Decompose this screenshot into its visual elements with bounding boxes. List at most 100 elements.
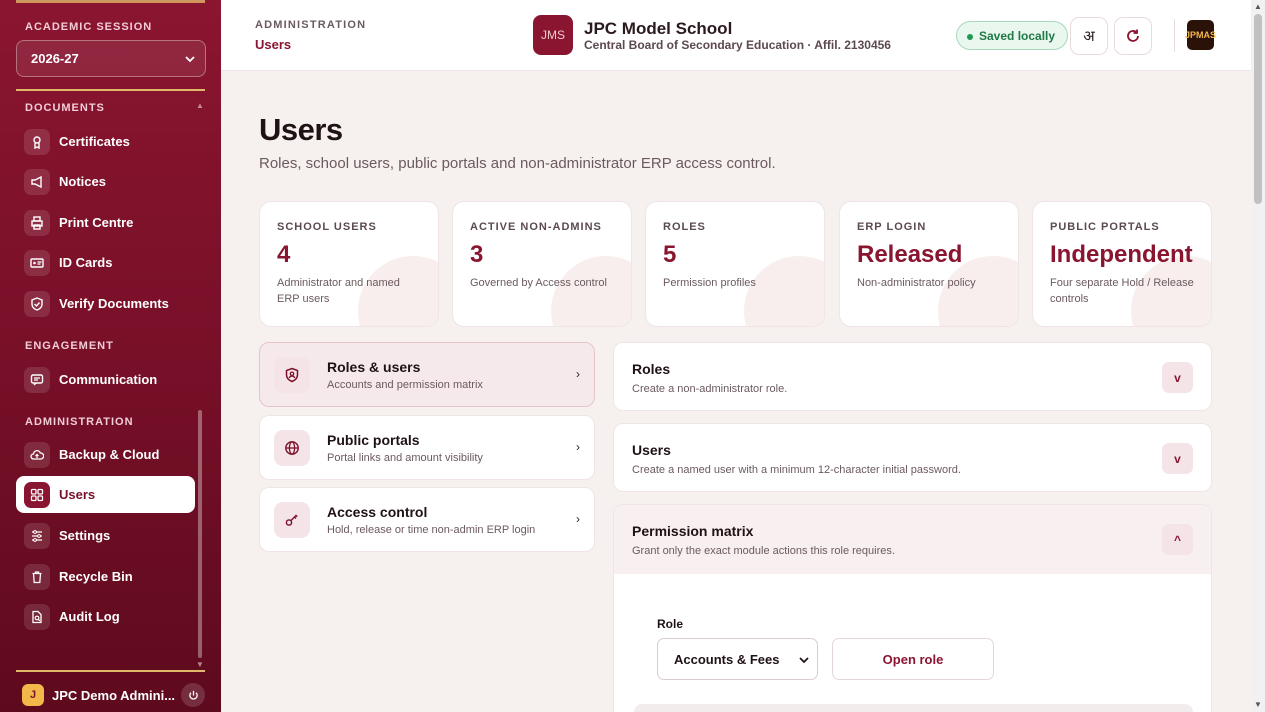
sidebar-item-label: Verify Documents: [59, 296, 169, 311]
sidebar-item-label: Audit Log: [59, 609, 120, 624]
panel-subtitle: Create a named user with a minimum 12-ch…: [632, 464, 961, 476]
divider: [16, 670, 205, 672]
shield-check-icon: [24, 290, 50, 317]
id-card-icon: [24, 249, 50, 276]
panel-title: Users: [632, 442, 671, 458]
sidebar-item-users[interactable]: Users: [16, 476, 195, 513]
panel-title: Permission matrix: [632, 523, 754, 539]
sidebar-item-label: Users: [59, 487, 96, 502]
expand-button[interactable]: v: [1162, 362, 1193, 393]
menu-card-subtitle: Accounts and permission matrix: [327, 378, 483, 391]
panel-subtitle: Create a non-administrator role.: [632, 383, 788, 395]
stat-value: 4: [277, 241, 291, 268]
section-administration: ADMINISTRATION: [25, 416, 134, 428]
sidebar-item-settings[interactable]: Settings: [16, 517, 195, 554]
stat-value: 3: [470, 241, 484, 268]
scroll-up-icon[interactable]: ▲: [196, 101, 204, 110]
session-label: ACADEMIC SESSION: [25, 21, 153, 33]
panel-users: Users Create a named user with a minimum…: [613, 423, 1212, 492]
refresh-button[interactable]: [1114, 17, 1152, 55]
breadcrumb-section: ADMINISTRATION: [255, 19, 367, 31]
sidebar-scrollbar[interactable]: [198, 410, 202, 658]
scroll-down-icon[interactable]: ▼: [196, 660, 204, 669]
breadcrumb-current[interactable]: Users: [255, 37, 291, 52]
status-badge: Saved locally: [956, 21, 1069, 50]
sidebar-item-label: Print Centre: [59, 215, 134, 230]
sidebar: ACADEMIC SESSION 2026-27 DOCUMENTS ▲ Cer…: [0, 0, 221, 712]
brand-logo[interactable]: JPMAS: [1185, 20, 1216, 50]
refresh-icon: [1127, 29, 1139, 42]
stat-label: ACTIVE NON-ADMINS: [470, 221, 602, 233]
expand-button[interactable]: v: [1162, 443, 1193, 474]
menu-card-roles-users[interactable]: Roles & users Accounts and permission ma…: [259, 342, 595, 407]
session-value: 2026-27: [31, 51, 79, 66]
menu-card-title: Public portals: [327, 431, 420, 448]
sidebar-item-id-cards[interactable]: ID Cards: [16, 244, 195, 281]
globe-icon: [274, 429, 310, 466]
stat-desc: Administrator and named ERP users: [277, 277, 400, 305]
key-icon: [274, 501, 310, 538]
open-role-button[interactable]: Open role: [832, 638, 994, 680]
school-affiliation: Central Board of Secondary Education · A…: [584, 38, 891, 52]
role-field-label: Role: [657, 617, 684, 631]
sidebar-item-backup-cloud[interactable]: Backup & Cloud: [16, 436, 195, 473]
scrollbar-thumb[interactable]: [1254, 14, 1262, 204]
panel-subtitle: Grant only the exact module actions this…: [632, 545, 895, 557]
user-shield-icon: [274, 356, 310, 393]
menu-card-public-portals[interactable]: Public portals Portal links and amount v…: [259, 415, 595, 480]
language-icon: अ: [1083, 28, 1095, 45]
trash-icon: [24, 563, 50, 590]
user-profile[interactable]: J JPC Demo Admini...: [16, 681, 205, 709]
stat-card-active-non-admins: ACTIVE NON-ADMINS 3 Governed by Access c…: [452, 201, 632, 327]
collapse-button[interactable]: ^: [1162, 524, 1193, 555]
chevron-right-icon: ›: [576, 512, 580, 526]
sidebar-item-print-centre[interactable]: Print Centre: [16, 204, 195, 241]
role-select[interactable]: Accounts & Fees: [657, 638, 818, 680]
menu-card-subtitle: Portal links and amount visibility: [327, 451, 483, 464]
stat-label: ROLES: [663, 221, 706, 233]
page-scrollbar[interactable]: ▲ ▼: [1251, 0, 1265, 712]
section-documents: DOCUMENTS: [25, 102, 105, 114]
stat-desc: Permission profiles: [663, 277, 756, 289]
panel-permission-matrix: Permission matrix Grant only the exact m…: [613, 504, 1212, 712]
role-select-value: Accounts & Fees: [674, 651, 780, 667]
sidebar-item-label: Notices: [59, 174, 106, 189]
scroll-up-icon[interactable]: ▲: [1254, 2, 1262, 11]
sidebar-item-recycle-bin[interactable]: Recycle Bin: [16, 558, 195, 595]
sidebar-item-verify-documents[interactable]: Verify Documents: [16, 285, 195, 322]
sidebar-item-audit-log[interactable]: Audit Log: [16, 598, 195, 635]
menu-card-access-control[interactable]: Access control Hold, release or time non…: [259, 487, 595, 552]
sliders-icon: [24, 522, 50, 549]
section-engagement: ENGAGEMENT: [25, 340, 114, 352]
school-logo: JMS: [533, 15, 573, 55]
sidebar-item-notices[interactable]: Notices: [16, 163, 195, 200]
sidebar-item-label: Certificates: [59, 134, 130, 149]
scroll-down-icon[interactable]: ▼: [1254, 700, 1262, 709]
stat-desc: Four separate Hold / Release controls: [1050, 277, 1194, 305]
stat-desc: Non-administrator policy: [857, 277, 976, 289]
sidebar-item-label: Backup & Cloud: [59, 447, 160, 462]
stat-card-public-portals: PUBLIC PORTALS Independent Four separate…: [1032, 201, 1212, 327]
top-header: ADMINISTRATION Users JMS JPC Model Schoo…: [221, 0, 1251, 71]
megaphone-icon: [24, 168, 50, 195]
menu-card-subtitle: Hold, release or time non-admin ERP logi…: [327, 523, 536, 536]
stat-value: Independent: [1050, 241, 1193, 268]
page-title: Users: [259, 112, 343, 147]
language-button[interactable]: अ: [1070, 17, 1108, 55]
panel-roles: Roles Create a non-administrator role. v: [613, 342, 1212, 411]
sidebar-item-label: ID Cards: [59, 255, 113, 270]
document-search-icon: [24, 603, 50, 630]
divider: [1174, 19, 1175, 52]
menu-card-title: Roles & users: [327, 358, 421, 375]
logout-button[interactable]: [181, 683, 205, 707]
sidebar-top-rule: [16, 0, 205, 3]
chat-icon: [24, 366, 50, 393]
sidebar-item-communication[interactable]: Communication: [16, 361, 195, 398]
printer-icon: [24, 209, 50, 236]
panel-title: Roles: [632, 361, 671, 377]
power-icon: [188, 690, 198, 700]
chevron-down-icon: [799, 652, 809, 667]
sidebar-item-certificates[interactable]: Certificates: [16, 123, 195, 160]
session-select[interactable]: 2026-27: [16, 40, 206, 77]
stat-label: SCHOOL USERS: [277, 221, 377, 233]
